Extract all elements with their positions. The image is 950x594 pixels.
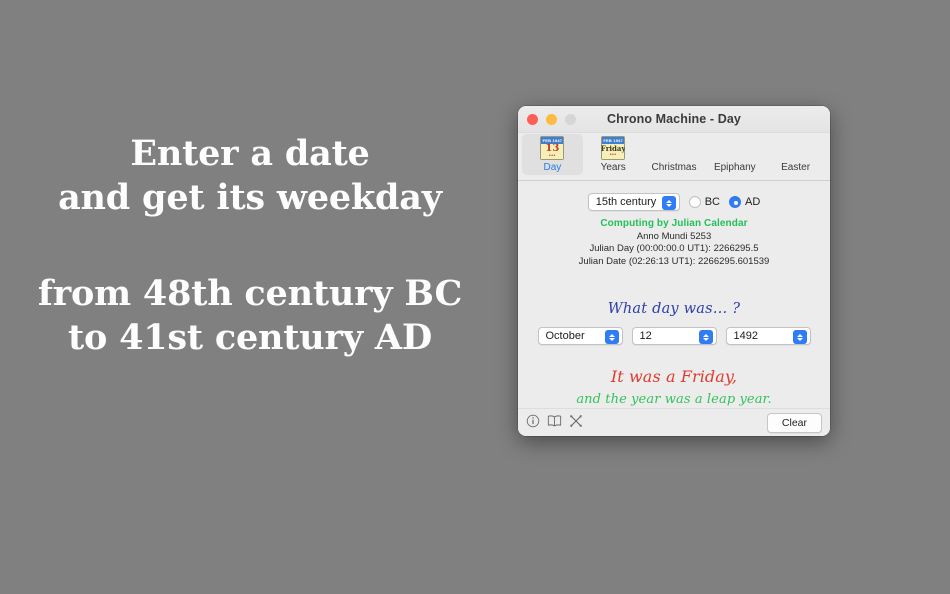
answer-weekday: It was a Friday,: [610, 367, 738, 386]
month-select[interactable]: October: [537, 327, 623, 345]
epiphany-painting-icon: [723, 136, 747, 160]
julian-day-line: Julian Day (00:00:00.0 UT1): 2266295.5: [589, 243, 759, 254]
traffic-light-group: [527, 114, 576, 125]
chevron-updown-icon[interactable]: [661, 196, 676, 210]
radio-unselected-icon[interactable]: [688, 196, 701, 208]
century-select[interactable]: 15th century: [587, 193, 680, 211]
calendar-day-icon-dots: •••: [549, 153, 556, 159]
zoom-button-icon[interactable]: [565, 114, 576, 125]
answer-block: It was a Friday, and the year was a leap…: [518, 367, 830, 407]
window-titlebar[interactable]: Chrono Machine - Day: [518, 106, 830, 133]
toolbar-item-epiphany-label: Epiphany: [713, 162, 756, 173]
toolbar-item-years[interactable]: FEB 1947 Friday ••• Years: [583, 134, 644, 175]
toolbar: FEB 1947 13 ••• Day FEB 1947 Friday •••: [518, 133, 830, 181]
tagline-block-primary: Enter a date and get its weekday: [0, 132, 500, 220]
era-radio-ad[interactable]: AD: [729, 196, 760, 208]
easter-painting-icon: [784, 136, 808, 160]
tagline-line-3: from 48th century BC: [37, 273, 463, 314]
calendar-day-icon: FEB 1947 13 •••: [540, 136, 565, 160]
month-select-value: October: [545, 330, 585, 342]
day-select-value: 12: [639, 330, 652, 342]
era-radio-ad-label: AD: [745, 196, 761, 208]
tagline-block-secondary: from 48th century BC to 41st century AD: [0, 272, 500, 360]
tagline-line-4: to 41st century AD: [68, 317, 432, 358]
toolbar-item-easter[interactable]: Easter: [765, 134, 826, 175]
anno-mundi-line: Anno Mundi 5253: [636, 230, 712, 242]
toolbar-item-day[interactable]: FEB 1947 13 ••• Day: [522, 134, 583, 175]
toolbar-item-christmas-label: Christmas: [651, 162, 697, 173]
info-icon[interactable]: [526, 414, 540, 432]
app-window: Chrono Machine - Day FEB 1947 13 ••• Day…: [518, 106, 830, 436]
century-select-value: 15th century: [595, 196, 657, 208]
christmas-painting-icon: [662, 136, 686, 160]
century-row: 15th century BC AD: [518, 181, 830, 211]
calendar-years-icon: FEB 1947 Friday •••: [601, 136, 626, 160]
chevron-updown-icon[interactable]: [792, 330, 807, 344]
era-radio-group: BC AD: [688, 196, 760, 208]
calendar-years-icon-header: FEB 1947: [602, 137, 625, 144]
clear-button[interactable]: Clear: [766, 412, 822, 433]
julian-calendar-heading: Computing by Julian Calendar: [600, 218, 748, 229]
year-select-value: 1492: [733, 330, 758, 342]
tagline-line-1: Enter a date: [130, 133, 370, 174]
chevron-updown-icon[interactable]: [698, 330, 713, 344]
bottom-icon-group: [526, 414, 583, 432]
date-selector-row: October 12 1492: [518, 327, 830, 345]
toolbar-item-epiphany[interactable]: Epiphany: [704, 134, 765, 175]
bottom-bar: Clear: [518, 408, 830, 436]
calendar-years-icon-dots: •••: [609, 152, 617, 158]
era-radio-bc-label: BC: [704, 196, 720, 208]
book-icon[interactable]: [547, 414, 562, 432]
julian-info-block: Computing by Julian Calendar Anno Mundi …: [518, 218, 830, 267]
radio-selected-icon[interactable]: [729, 196, 741, 208]
close-button-icon[interactable]: [527, 114, 538, 125]
toolbar-item-years-label: Years: [600, 162, 626, 173]
marketing-copy: Enter a date and get its weekday from 48…: [0, 132, 500, 360]
answer-leap-year: and the year was a leap year.: [576, 392, 772, 407]
toolbar-item-easter-label: Easter: [781, 162, 811, 173]
minimize-button-icon[interactable]: [546, 114, 557, 125]
toolbar-item-christmas[interactable]: Christmas: [644, 134, 705, 175]
day-select[interactable]: 12: [631, 327, 717, 345]
question-label: What day was… ?: [607, 301, 741, 317]
era-radio-bc[interactable]: BC: [688, 196, 720, 208]
tagline-line-2: and get its weekday: [58, 177, 442, 218]
year-select[interactable]: 1492: [725, 327, 811, 345]
tools-icon[interactable]: [569, 414, 583, 432]
julian-date-line: Julian Date (02:26:13 UT1): 2266295.6015…: [578, 255, 770, 267]
content-pane: 15th century BC AD Computing by Julian C…: [518, 181, 830, 408]
toolbar-item-day-label: Day: [543, 162, 562, 173]
chevron-updown-icon[interactable]: [604, 330, 619, 344]
